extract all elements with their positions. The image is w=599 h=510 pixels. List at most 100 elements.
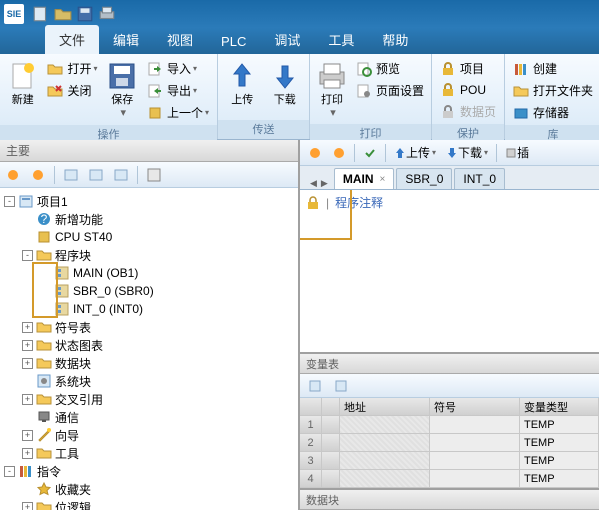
expand-icon[interactable]: + <box>22 448 33 459</box>
editor-tab-sbr[interactable]: SBR_0 <box>396 168 452 189</box>
tree-node-sbr[interactable]: SBR_0 (SBR0) <box>0 282 298 300</box>
qat-open-icon[interactable] <box>54 5 72 23</box>
qat-print-icon[interactable] <box>98 5 116 23</box>
program-comment-label: 程序注释 <box>335 194 383 211</box>
project-tree[interactable]: -项目1?新增功能CPU ST40-程序块MAIN (OB1)SBR_0 (SB… <box>0 188 298 510</box>
et-run2-icon[interactable] <box>328 143 350 163</box>
expand-icon[interactable]: + <box>22 358 33 369</box>
cell-symbol[interactable] <box>430 416 520 433</box>
upload-button[interactable]: 上传 <box>222 58 263 109</box>
cell-symbol[interactable] <box>430 434 520 451</box>
save-button[interactable]: 保存▾ <box>104 58 141 122</box>
tab-file[interactable]: 文件 <box>45 25 99 54</box>
tb-btn-6[interactable] <box>143 164 165 186</box>
expand-icon[interactable]: + <box>22 430 33 441</box>
tree-spacer <box>22 376 33 387</box>
var-tb-1[interactable] <box>304 375 326 397</box>
protect-project-button[interactable]: 项目 <box>436 58 500 79</box>
export-button[interactable]: 导出▾ <box>143 80 213 101</box>
lib-storage-button[interactable]: 存储器 <box>509 102 597 123</box>
close-icon[interactable]: × <box>380 174 386 185</box>
et-upload-button[interactable]: 上传▾ <box>390 143 440 163</box>
et-check-icon[interactable] <box>359 143 381 163</box>
nav-left-icon[interactable]: ◀ <box>308 178 319 189</box>
tree-node-data_block[interactable]: +数据块 <box>0 354 298 372</box>
tree-node-favorites[interactable]: 收藏夹 <box>0 480 298 498</box>
tree-node-instructions[interactable]: -指令 <box>0 462 298 480</box>
collapse-icon[interactable]: - <box>22 250 33 261</box>
cell-type[interactable]: TEMP <box>520 452 599 469</box>
tree-node-int[interactable]: INT_0 (INT0) <box>0 300 298 318</box>
page-setup-button[interactable]: 页面设置 <box>352 80 428 101</box>
tree-node-program_block[interactable]: -程序块 <box>0 246 298 264</box>
table-row[interactable]: 4TEMP <box>300 470 599 488</box>
qat-new-icon[interactable] <box>32 5 50 23</box>
qat-save-icon[interactable] <box>76 5 94 23</box>
cell-address[interactable] <box>340 470 430 487</box>
cell-type[interactable]: TEMP <box>520 470 599 487</box>
variable-table[interactable]: 地址 符号 变量类型 1TEMP2TEMP3TEMP4TEMP <box>300 398 599 488</box>
tb-btn-3[interactable] <box>60 164 82 186</box>
tab-tools[interactable]: 工具 <box>314 25 368 54</box>
tree-node-bit_logic[interactable]: +位逻辑 <box>0 498 298 510</box>
tab-help[interactable]: 帮助 <box>368 25 422 54</box>
tree-node-tools[interactable]: +工具 <box>0 444 298 462</box>
cell-symbol[interactable] <box>430 452 520 469</box>
et-run-icon[interactable] <box>304 143 326 163</box>
cell-address[interactable] <box>340 452 430 469</box>
var-tb-2[interactable] <box>330 375 352 397</box>
preview-button[interactable]: 预览 <box>352 58 428 79</box>
expand-icon[interactable]: + <box>22 340 33 351</box>
expand-icon[interactable]: + <box>22 502 33 510</box>
row-margin <box>322 452 340 469</box>
tree-node-comm[interactable]: 通信 <box>0 408 298 426</box>
lib-create-button[interactable]: 创建 <box>509 58 597 79</box>
protect-datapage-button[interactable]: 数据页 <box>436 101 500 122</box>
ladder-editor[interactable]: | 程序注释 <box>300 190 599 352</box>
tab-plc[interactable]: PLC <box>207 29 260 54</box>
lib-open-folder-button[interactable]: 打开文件夹 <box>509 80 597 101</box>
et-download-button[interactable]: 下载▾ <box>442 143 492 163</box>
tree-node-cpu[interactable]: CPU ST40 <box>0 228 298 246</box>
cell-address[interactable] <box>340 416 430 433</box>
expand-icon[interactable]: + <box>22 394 33 405</box>
tb-btn-5[interactable] <box>110 164 132 186</box>
editor-tab-int[interactable]: INT_0 <box>454 168 505 189</box>
download-button[interactable]: 下载 <box>265 58 306 109</box>
tb-btn-1[interactable] <box>2 164 24 186</box>
open-button[interactable]: 打开▾ <box>43 58 101 79</box>
protect-pou-button[interactable]: POU <box>436 80 500 100</box>
tree-node-cross_ref[interactable]: +交叉引用 <box>0 390 298 408</box>
tb-btn-2[interactable] <box>27 164 49 186</box>
table-row[interactable]: 3TEMP <box>300 452 599 470</box>
tree-node-symbol_table[interactable]: +符号表 <box>0 318 298 336</box>
editor-pane: 上传▾ 下载▾ 插 ◀▶ MAIN× SBR_0 INT_0 | 程序注释 变量… <box>300 140 599 510</box>
et-insert-button[interactable]: 插 <box>501 143 533 163</box>
tree-node-new_feature[interactable]: ?新增功能 <box>0 210 298 228</box>
cell-symbol[interactable] <box>430 470 520 487</box>
cell-type[interactable]: TEMP <box>520 434 599 451</box>
previous-button[interactable]: 上一个▾ <box>143 102 213 123</box>
editor-tab-main[interactable]: MAIN× <box>334 168 395 189</box>
import-button[interactable]: 导入▾ <box>143 58 213 79</box>
print-button[interactable]: 打印▾ <box>314 58 350 122</box>
nav-right-icon[interactable]: ▶ <box>319 178 330 189</box>
collapse-icon[interactable]: - <box>4 196 15 207</box>
collapse-icon[interactable]: - <box>4 466 15 477</box>
tab-debug[interactable]: 调试 <box>260 25 314 54</box>
cell-type[interactable]: TEMP <box>520 416 599 433</box>
cell-address[interactable] <box>340 434 430 451</box>
table-row[interactable]: 2TEMP <box>300 434 599 452</box>
table-row[interactable]: 1TEMP <box>300 416 599 434</box>
tree-node-system_block[interactable]: 系统块 <box>0 372 298 390</box>
tab-edit[interactable]: 编辑 <box>99 25 153 54</box>
tree-node-wizard[interactable]: +向导 <box>0 426 298 444</box>
expand-icon[interactable]: + <box>22 322 33 333</box>
tree-node-project[interactable]: -项目1 <box>0 192 298 210</box>
tree-node-status_chart[interactable]: +状态图表 <box>0 336 298 354</box>
tree-node-main[interactable]: MAIN (OB1) <box>0 264 298 282</box>
new-button[interactable]: 新建 <box>4 58 41 109</box>
tab-view[interactable]: 视图 <box>153 25 207 54</box>
close-button[interactable]: 关闭 <box>43 80 101 101</box>
tb-btn-4[interactable] <box>85 164 107 186</box>
